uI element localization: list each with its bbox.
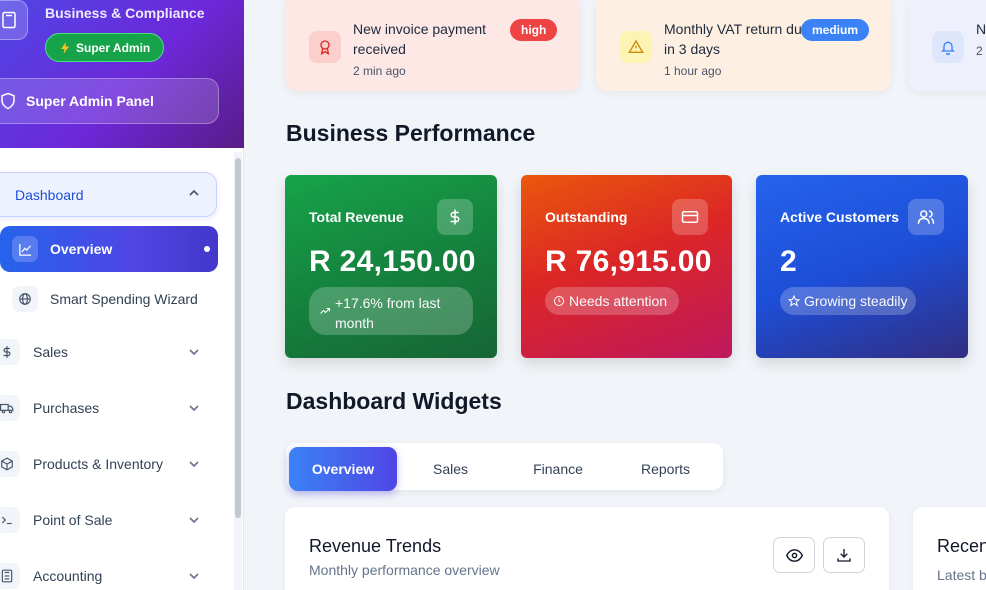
stat-card-outstanding[interactable]: Outstanding R 76,915.00 Needs attention (521, 175, 732, 358)
sidebar-header: Business & Compliance Super Admin Super … (0, 0, 244, 148)
notification-time: 2 (976, 44, 983, 58)
stat-label: Active Customers (780, 209, 900, 225)
credit-card-icon (672, 199, 708, 235)
widget-tabs: Overview Sales Finance Reports (286, 443, 723, 491)
sidebar-item-dashboard[interactable]: Dashboard (0, 172, 217, 217)
view-button[interactable] (773, 537, 815, 573)
dollar-icon (0, 339, 20, 365)
admin-panel-label: Super Admin Panel (26, 93, 154, 109)
eye-icon (785, 548, 803, 562)
brand-subtitle: Business & Compliance (45, 5, 205, 21)
stat-label: Outstanding (545, 209, 628, 225)
priority-badge: medium (801, 19, 870, 41)
tab-sales[interactable]: Sales (397, 447, 504, 491)
sidebar: Business & Compliance Super Admin Super … (0, 0, 244, 590)
sidebar-item-label: Overview (50, 241, 113, 257)
notification-time: 1 hour ago (664, 64, 722, 78)
sidebar-item-smart-spending-wizard[interactable]: Smart Spending Wizard (0, 283, 218, 315)
sidebar-item-point-of-sale[interactable]: Point of Sale (0, 502, 216, 538)
sidebar-item-label: Accounting (33, 568, 103, 584)
users-icon (908, 199, 944, 235)
stat-value: R 76,915.00 (545, 245, 712, 278)
stat-note-text: +17.6% from last month (335, 295, 441, 331)
card-subtitle: Monthly performance overview (309, 562, 500, 578)
sidebar-item-label: Smart Spending Wizard (50, 291, 198, 307)
main-content: New invoice payment received 2 min ago h… (244, 0, 986, 590)
role-badge: Super Admin (45, 33, 165, 62)
stat-note-text: Needs attention (569, 293, 668, 309)
chevron-down-icon (189, 573, 199, 580)
sidebar-item-label: Products & Inventory (33, 456, 163, 472)
notification-card[interactable]: N 2 (908, 0, 986, 91)
sidebar-item-accounting[interactable]: Accounting (0, 558, 216, 590)
active-dot (204, 246, 210, 252)
stat-note: +17.6% from last month (309, 287, 473, 335)
trending-up-icon (320, 308, 330, 314)
download-icon (837, 549, 851, 562)
chevron-up-icon (189, 189, 199, 196)
sidebar-item-label: Sales (33, 344, 69, 360)
sidebar-item-sales[interactable]: Sales (0, 334, 216, 370)
scrollbar-thumb[interactable] (235, 158, 241, 518)
sidebar-item-products-inventory[interactable]: Products & Inventory (0, 446, 216, 482)
globe-icon (12, 286, 38, 312)
tab-overview[interactable]: Overview (289, 447, 397, 491)
chevron-down-icon (189, 461, 199, 468)
card-title: Recent (937, 536, 986, 556)
clock-icon (554, 296, 564, 306)
truck-icon (0, 395, 20, 421)
notification-time: 2 min ago (353, 64, 406, 78)
sidebar-item-purchases[interactable]: Purchases (0, 390, 216, 426)
sidebar-nav: Dashboard Overview Smart Spending Wizard… (0, 150, 236, 590)
card-title: Revenue Trends (309, 536, 442, 556)
download-button[interactable] (823, 537, 865, 573)
chevron-down-icon (189, 349, 199, 356)
super-admin-panel-button[interactable]: Super Admin Panel (0, 78, 219, 124)
tab-reports[interactable]: Reports (612, 447, 719, 491)
sidebar-scrollbar[interactable] (234, 152, 242, 590)
chevron-down-icon (189, 517, 199, 524)
calculator-icon (2, 11, 16, 29)
warning-icon (620, 31, 652, 63)
bolt-icon (61, 41, 69, 54)
stat-value: 2 (780, 245, 797, 278)
stat-label: Total Revenue (309, 209, 404, 225)
stat-note-text: Growing steadily (804, 293, 908, 309)
stat-value: R 24,150.00 (309, 245, 476, 278)
award-icon (309, 31, 341, 63)
section-title-performance: Business Performance (286, 120, 536, 146)
stat-card-revenue[interactable]: Total Revenue R 24,150.00 +17.6% from la… (285, 175, 497, 358)
role-badge-label: Super Admin (76, 40, 151, 55)
star-icon (788, 295, 800, 307)
sidebar-item-overview[interactable]: Overview (0, 226, 218, 272)
card-subtitle: Latest b (937, 567, 986, 583)
recent-card: Recent Latest b (913, 507, 986, 590)
calculator-icon (0, 563, 20, 589)
box-icon (0, 451, 20, 477)
revenue-trends-card: Revenue Trends Monthly performance overv… (285, 507, 889, 590)
sidebar-item-label: Purchases (33, 400, 100, 416)
chevron-down-icon (189, 405, 199, 412)
bell-icon (932, 31, 964, 63)
notification-title: N (976, 21, 986, 37)
chart-line-icon (12, 236, 38, 262)
terminal-icon (0, 507, 20, 533)
tab-finance[interactable]: Finance (504, 447, 612, 491)
notification-card[interactable]: New invoice payment received 2 min ago h… (285, 0, 580, 91)
notification-card[interactable]: Monthly VAT return due in 3 days 1 hour … (596, 0, 891, 91)
stat-card-customers[interactable]: Active Customers 2 Growing steadily (756, 175, 968, 358)
app-logo[interactable] (0, 0, 28, 40)
notification-title: New invoice payment received (353, 21, 487, 57)
sidebar-item-label: Dashboard (15, 186, 84, 203)
shield-icon (1, 92, 15, 110)
section-title-widgets: Dashboard Widgets (286, 388, 502, 414)
stat-note: Needs attention (545, 287, 680, 315)
stat-note: Growing steadily (780, 287, 916, 315)
dollar-icon (437, 199, 473, 235)
sidebar-item-label: Point of Sale (33, 512, 113, 528)
notification-title: Monthly VAT return due in 3 days (664, 21, 810, 57)
priority-badge: high (510, 19, 558, 41)
